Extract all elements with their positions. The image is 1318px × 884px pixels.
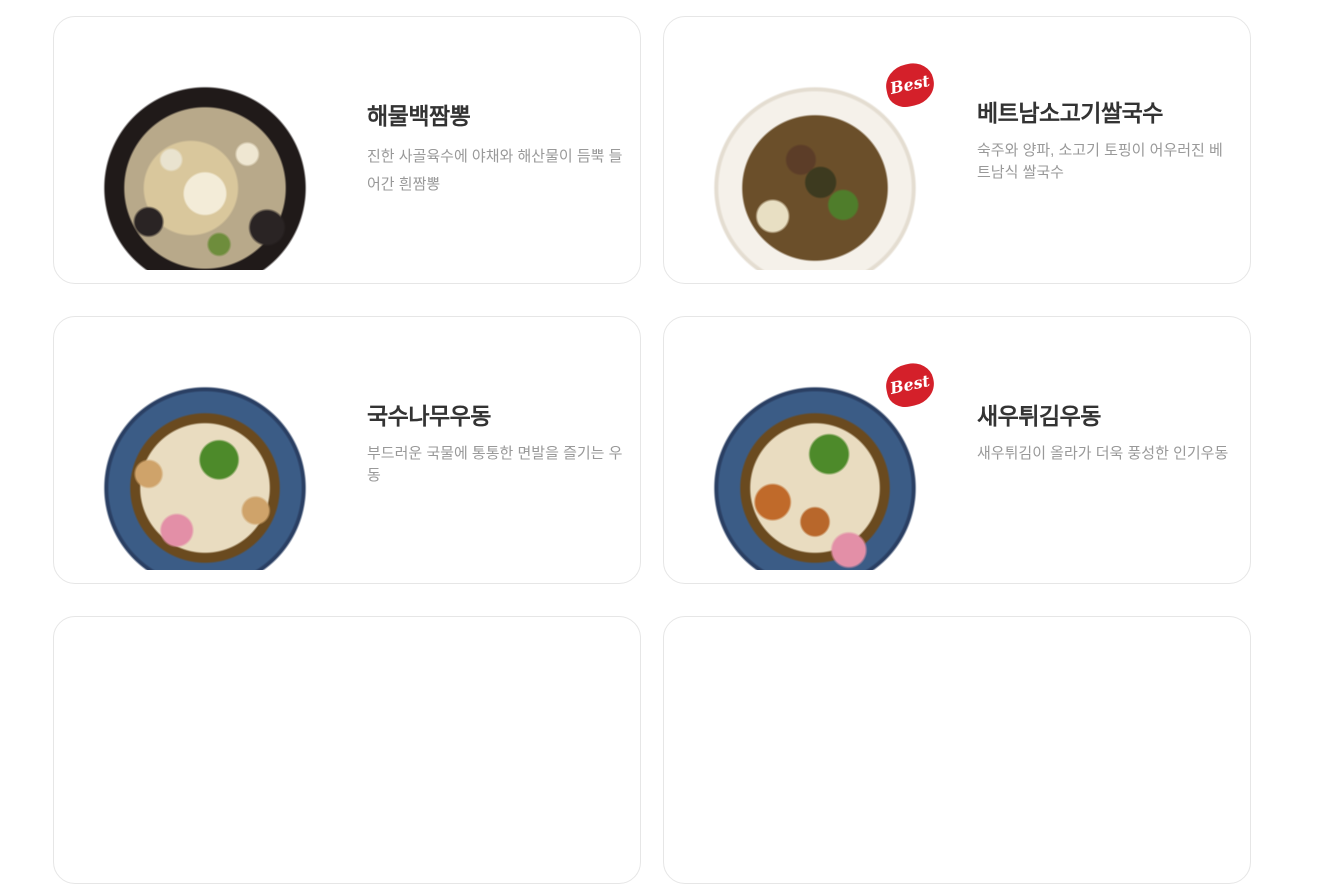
menu-title: 국수나무우동 <box>367 403 491 429</box>
menu-description: 새우튀김이 올라가 더욱 풍성한 인기우동 <box>977 445 1229 462</box>
food-bowl-image <box>64 347 346 570</box>
menu-description: 진한 사골육수에 야채와 해산물이 듬뿍 들어간 흰짬뽕 <box>367 148 623 193</box>
menu-title: 해물백짬뽕 <box>367 103 471 129</box>
menu-info: 새우튀김우동 새우튀김이 올라가 더욱 풍성한 인기우동 <box>977 397 1233 465</box>
menu-info: 국수나무우동 부드러운 국물에 통통한 면발을 즐기는 우동 <box>367 397 623 487</box>
menu-info: 해물백짬뽕 진한 사골육수에 야채와 해산물이 듬뿍 들어간 흰짬뽕 <box>367 97 623 199</box>
menu-card[interactable]: Best 새우튀김우동 새우튀김이 올라가 더욱 풍성한 인기우동 <box>663 316 1251 584</box>
menu-title: 새우튀김우동 <box>977 403 1101 429</box>
menu-card[interactable] <box>53 616 641 884</box>
food-bowl-image <box>64 47 346 270</box>
menu-card[interactable]: 해물백짬뽕 진한 사골육수에 야채와 해산물이 듬뿍 들어간 흰짬뽕 <box>53 16 641 284</box>
menu-image <box>64 47 346 270</box>
menu-description: 부드러운 국물에 통통한 면발을 즐기는 우동 <box>367 445 623 484</box>
menu-image <box>64 347 346 570</box>
menu-description: 숙주와 양파, 소고기 토핑이 어우러진 베트남식 쌀국수 <box>977 142 1223 181</box>
menu-info: 베트남소고기쌀국수 숙주와 양파, 소고기 토핑이 어우러진 베트남식 쌀국수 <box>977 94 1233 184</box>
menu-title: 베트남소고기쌀국수 <box>977 100 1163 126</box>
menu-card[interactable]: Best 베트남소고기쌀국수 숙주와 양파, 소고기 토핑이 어우러진 베트남식… <box>663 16 1251 284</box>
menu-card[interactable] <box>663 616 1251 884</box>
menu-card[interactable]: 국수나무우동 부드러운 국물에 통통한 면발을 즐기는 우동 <box>53 316 641 584</box>
